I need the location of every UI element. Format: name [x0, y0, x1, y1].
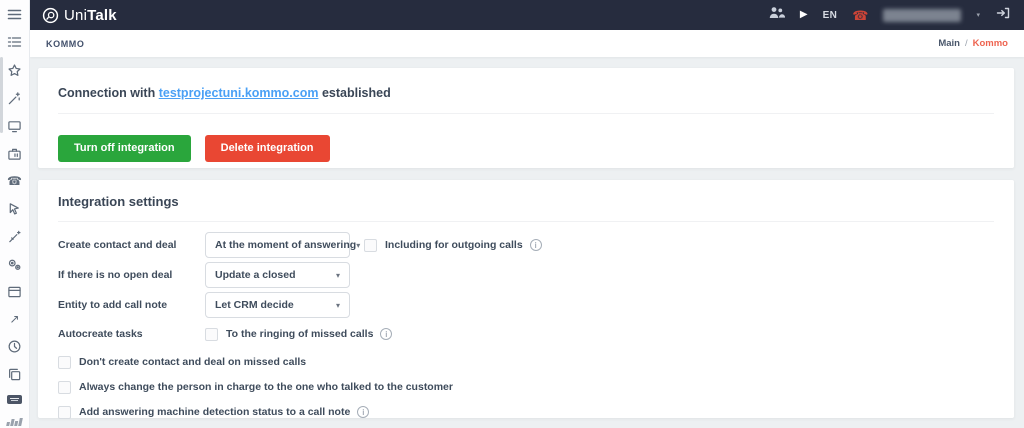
info-icon[interactable]: i — [357, 406, 370, 418]
statistics-bars-icon[interactable] — [6, 418, 23, 426]
chevron-down-icon: ▾ — [335, 270, 340, 280]
users-icon[interactable] — [768, 6, 786, 24]
info-icon[interactable]: i — [529, 239, 542, 251]
phone-dropdown-caret-icon[interactable]: ▾ — [976, 11, 980, 19]
no-open-deal-label: If there is no open deal — [58, 269, 173, 281]
breadcrumb-separator: / — [964, 38, 968, 49]
autocreate-tasks-label: Autocreate tasks — [58, 328, 143, 340]
call-history-clock-icon[interactable] — [7, 339, 23, 353]
connection-text-prefix: Connection with — [58, 86, 156, 100]
outgoing-arrow-icon[interactable]: ↗ — [7, 313, 23, 325]
play-icon[interactable]: ▶ — [800, 10, 808, 20]
task-list-icon[interactable] — [7, 35, 23, 49]
left-sidebar: ☎ ↗ — [0, 0, 30, 428]
delete-integration-button[interactable]: Delete integration — [204, 135, 330, 162]
card-divider — [58, 221, 994, 222]
active-phone-icon[interactable]: ☎ — [852, 9, 868, 22]
kommo-domain-link[interactable]: testprojectuni.kommo.com — [159, 86, 319, 100]
phone-icon[interactable]: ☎ — [7, 175, 23, 187]
copy-pages-icon[interactable] — [7, 367, 23, 381]
connection-status-text: Connection with testprojectuni.kommo.com… — [58, 68, 994, 100]
info-icon[interactable]: i — [380, 328, 393, 340]
change-person-checkbox-label: Always change the person in charge to th… — [79, 381, 453, 393]
unitalk-logo-mark — [42, 7, 59, 23]
entity-note-label: Entity to add call note — [58, 299, 168, 311]
option-row: Add answering machine detection status t… — [58, 404, 994, 420]
page-header: KOMMO Main / Kommo — [30, 30, 1024, 57]
answering-machine-checkbox-label: Add answering machine detection status t… — [79, 406, 351, 418]
outgoing-calls-checkbox[interactable] — [364, 238, 377, 252]
monitor-icon[interactable] — [7, 119, 23, 133]
autocreate-tasks-row: Autocreate tasks To the ringing of misse… — [58, 326, 994, 342]
arrow-up-right-glyph: ↗ — [9, 312, 20, 326]
magic-wand-icon[interactable] — [7, 91, 23, 105]
no-open-deal-select-value: Update a closed — [215, 269, 296, 281]
language-selector[interactable]: EN — [823, 10, 838, 21]
answering-machine-checkbox[interactable] — [58, 405, 71, 419]
outgoing-calls-checkbox-label: Including for outgoing calls — [385, 239, 523, 251]
breadcrumb: Main / Kommo — [938, 38, 1008, 49]
create-contact-select[interactable]: At the moment of answering ▾ — [205, 232, 360, 258]
breadcrumb-current: Kommo — [972, 38, 1008, 49]
unitalk-logo-text: UniTalk — [64, 6, 117, 24]
page-title: KOMMO — [46, 38, 85, 49]
entity-note-select-value: Let CRM decide — [215, 299, 294, 311]
create-contact-row: Create contact and deal At the moment of… — [58, 232, 994, 258]
integration-cursor-icon[interactable] — [7, 201, 23, 215]
turn-off-integration-button[interactable]: Turn off integration — [58, 135, 191, 162]
virtual-office-icon[interactable] — [7, 147, 23, 161]
dev-badge-icon[interactable] — [7, 395, 23, 404]
integration-settings-card: Integration settings Create contact and … — [38, 180, 1014, 420]
phone-glyph: ☎ — [7, 174, 22, 188]
entity-note-row: Entity to add call note Let CRM decide ▾ — [58, 292, 994, 318]
no-open-deal-select[interactable]: Update a closed ▾ — [205, 262, 350, 288]
autocreate-tasks-checkbox[interactable] — [205, 327, 218, 341]
setup-wizard-icon[interactable] — [7, 229, 23, 243]
services-gears-icon[interactable] — [7, 257, 23, 271]
logout-icon[interactable] — [995, 6, 1010, 25]
create-contact-label: Create contact and deal — [58, 239, 177, 251]
menu-toggle-icon[interactable] — [7, 8, 23, 21]
card-divider — [58, 113, 994, 114]
no-open-deal-row: If there is no open deal Update a closed… — [58, 262, 994, 288]
top-navigation-bar: UniTalk ▶ EN ☎ ▾ — [30, 0, 1024, 30]
entity-note-select[interactable]: Let CRM decide ▾ — [205, 292, 350, 318]
change-person-checkbox[interactable] — [58, 380, 71, 394]
account-phone-number-redacted[interactable] — [883, 8, 962, 22]
settings-section-title: Integration settings — [58, 194, 179, 209]
breadcrumb-main-link[interactable]: Main — [938, 38, 960, 49]
connection-card: Connection with testprojectuni.kommo.com… — [38, 68, 1014, 168]
unitalk-logo[interactable]: UniTalk — [42, 7, 117, 24]
create-contact-select-value: At the moment of answering — [215, 239, 357, 251]
browser-window-icon[interactable] — [7, 285, 23, 299]
option-row: Always change the person in charge to th… — [58, 379, 994, 395]
option-row: Don't create contact and deal on missed … — [58, 354, 994, 370]
connection-text-suffix: established — [321, 86, 391, 100]
chevron-down-icon: ▾ — [335, 300, 340, 310]
missed-calls-checkbox-label: Don't create contact and deal on missed … — [79, 356, 307, 368]
chevron-down-icon: ▾ — [356, 240, 361, 250]
sidebar-scroll-indicator — [0, 57, 3, 133]
autocreate-tasks-checkbox-label: To the ringing of missed calls — [226, 328, 374, 340]
missed-calls-checkbox[interactable] — [58, 355, 71, 369]
favorites-star-icon[interactable] — [7, 63, 23, 77]
